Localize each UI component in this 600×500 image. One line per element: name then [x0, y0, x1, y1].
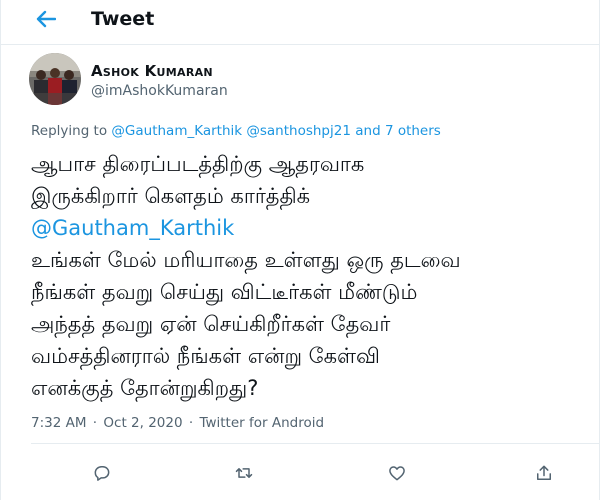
replying-to: Replying to @Gautham_Karthik @santhoshpj… — [31, 121, 441, 141]
author-handle[interactable]: @imAshokKumaran — [91, 81, 228, 101]
reply-icon — [94, 466, 110, 481]
tweet-line: வம்சத்தினரால் நீங்கள் என்று கேள்வி — [31, 344, 380, 368]
header: Tweet — [1, 0, 600, 40]
page-title: Tweet — [91, 8, 155, 30]
back-button[interactable] — [31, 6, 61, 32]
tweet-line: இருக்கிறார் கௌதம் கார்த்திக் — [31, 184, 311, 208]
avatar[interactable] — [29, 53, 81, 105]
reply-button[interactable] — [89, 460, 115, 486]
share-button[interactable] — [531, 460, 557, 486]
tweet-line: அந்தத் தவறு ஏன் செய்கிறீர்கள் தேவர் — [31, 312, 391, 336]
tweet-source[interactable]: Twitter for Android — [199, 415, 324, 431]
tweet-text: ஆபாச திரைப்படத்திற்கு ஆதரவாக இருக்கிறார்… — [31, 148, 591, 404]
meta-separator: · — [188, 415, 194, 431]
share-icon — [537, 465, 551, 480]
tweet-date[interactable]: Oct 2, 2020 — [103, 415, 182, 431]
like-button[interactable] — [384, 460, 410, 486]
tweet-mention-gautham-karthik[interactable]: @Gautham_Karthik — [31, 212, 591, 244]
replying-prefix: Replying to — [31, 123, 108, 139]
tweet-page: Tweet Ashok Kumaran @imAshokKumaran Repl… — [0, 0, 600, 500]
avatar-photo — [29, 53, 81, 105]
author-name[interactable]: Ashok Kumaran — [91, 61, 213, 81]
replying-others-link[interactable]: 7 others — [385, 123, 441, 139]
tweet-line: நீங்கள் தவறு செய்து விட்டீர்கள் மீண்டும் — [31, 280, 418, 304]
tweet-line: எனக்குத் தோன்றுகிறது? — [31, 376, 259, 400]
tweet-time[interactable]: 7:32 AM — [31, 415, 87, 431]
arrow-left-icon — [36, 10, 56, 28]
mention-santhoshpj21[interactable]: @santhoshpj21 — [246, 123, 351, 139]
retweet-button[interactable] — [231, 460, 257, 486]
header-divider — [1, 44, 600, 45]
tweet-line: உங்கள் மேல் மரியாதை உள்ளது ஒரு தடவை — [31, 248, 461, 272]
meta-separator: · — [92, 415, 98, 431]
replying-and: and — [355, 123, 381, 139]
tweet-line: ஆபாச திரைப்படத்திற்கு ஆதரவாக — [31, 152, 365, 176]
heart-icon — [389, 466, 405, 481]
actions-divider — [31, 443, 600, 444]
tweet-meta: 7:32 AM · Oct 2, 2020 · Twitter for Andr… — [31, 413, 324, 433]
retweet-icon — [235, 468, 253, 478]
mention-gautham-karthik[interactable]: @Gautham_Karthik — [111, 123, 242, 139]
